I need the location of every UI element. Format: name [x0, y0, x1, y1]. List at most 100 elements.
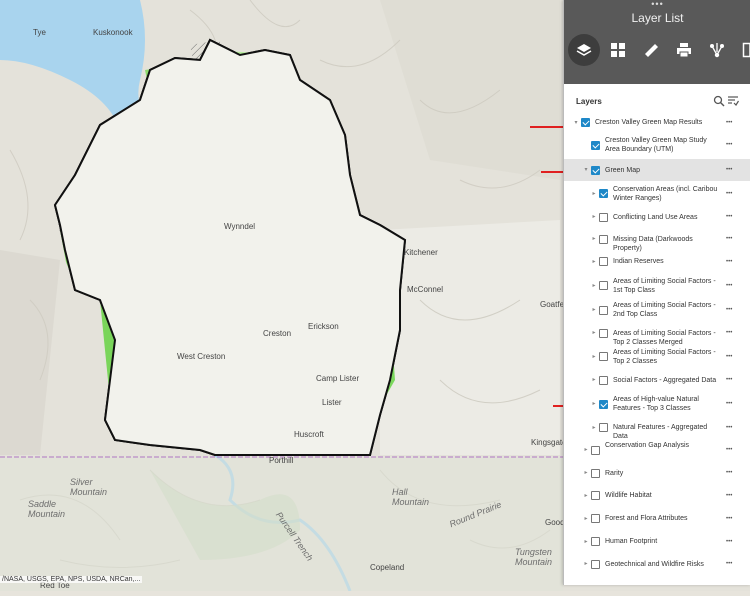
- layer-visibility-checkbox[interactable]: [599, 352, 608, 361]
- chevron-down-icon[interactable]: ▾: [583, 166, 589, 174]
- chevron-right-icon[interactable]: ▸: [583, 446, 589, 454]
- more-options-icon[interactable]: •••: [726, 327, 732, 339]
- layer-row[interactable]: ▸ Areas of Limiting Social Factors - Top …: [564, 344, 750, 369]
- drag-handle-icon[interactable]: •••: [564, 0, 750, 9]
- more-options-icon[interactable]: •••: [726, 398, 732, 410]
- layer-visibility-checkbox[interactable]: [591, 468, 600, 478]
- layer-visibility-checkbox[interactable]: [599, 328, 608, 338]
- layer-row[interactable]: ▸ Rarity •••: [564, 462, 750, 484]
- chevron-right-icon[interactable]: ▸: [591, 258, 597, 266]
- layer-visibility-checkbox[interactable]: [591, 559, 600, 569]
- more-options-icon[interactable]: •••: [726, 490, 732, 502]
- chevron-right-icon[interactable]: ▸: [591, 400, 597, 408]
- more-options-icon[interactable]: •••: [726, 233, 732, 245]
- map-label-saddle-mountain: Saddle Mountain: [28, 499, 66, 519]
- layer-visibility-checkbox[interactable]: [591, 445, 600, 455]
- share-icon[interactable]: [701, 34, 732, 66]
- layer-row[interactable]: ▸ Forest and Flora Attributes •••: [564, 507, 750, 530]
- chevron-right-icon[interactable]: ▸: [591, 306, 597, 314]
- layer-visibility-checkbox[interactable]: [599, 212, 608, 222]
- layer-visibility-checkbox[interactable]: [599, 189, 608, 198]
- layer-visibility-checkbox[interactable]: [591, 537, 600, 546]
- more-options-icon[interactable]: •••: [726, 513, 732, 525]
- layer-row[interactable]: ▸ Conflicting Land Use Areas •••: [564, 206, 750, 228]
- more-options-icon[interactable]: •••: [726, 558, 732, 570]
- print-icon[interactable]: [668, 34, 699, 66]
- chevron-right-icon[interactable]: ▸: [583, 538, 589, 546]
- layer-visibility-checkbox[interactable]: [599, 234, 608, 244]
- more-options-icon[interactable]: •••: [726, 536, 732, 548]
- layer-visibility-checkbox[interactable]: [599, 423, 608, 432]
- layer-row[interactable]: Creston Valley Green Map Study Area Boun…: [564, 131, 750, 159]
- more-options-icon[interactable]: •••: [726, 139, 732, 151]
- chevron-right-icon[interactable]: ▸: [591, 353, 597, 361]
- layer-row[interactable]: ▾ Creston Valley Green Map Results •••: [564, 114, 750, 131]
- layer-row[interactable]: ▸ Human Footprint •••: [564, 530, 750, 553]
- layer-label: Areas of Limiting Social Factors - 2nd T…: [613, 302, 716, 318]
- chevron-right-icon[interactable]: ▸: [583, 560, 589, 568]
- chevron-right-icon[interactable]: ▸: [591, 235, 597, 243]
- more-options-icon[interactable]: •••: [726, 256, 732, 268]
- chevron-right-icon[interactable]: ▸: [591, 213, 597, 221]
- layer-row[interactable]: ▸ Geotechnical and Wildfire Risks •••: [564, 553, 750, 575]
- chevron-right-icon[interactable]: ▸: [591, 424, 597, 432]
- layer-visibility-checkbox[interactable]: [599, 375, 608, 385]
- layer-row[interactable]: ▸ Areas of Limiting Social Factors - 2nd …: [564, 298, 750, 322]
- more-options-icon[interactable]: •••: [726, 164, 732, 176]
- chevron-right-icon[interactable]: ▸: [591, 329, 597, 337]
- layout-icon[interactable]: [734, 34, 750, 66]
- map-label-copeland: Copeland: [370, 563, 405, 572]
- more-options-icon[interactable]: •••: [726, 351, 732, 363]
- layer-visibility-checkbox[interactable]: [599, 281, 608, 290]
- layer-label: Green Map: [605, 166, 641, 174]
- layer-tree: ▾ Creston Valley Green Map Results ••• Cres…: [564, 114, 750, 575]
- layer-row[interactable]: ▾ Green Map •••: [564, 159, 750, 181]
- layer-row[interactable]: ▸ Wildlife Habitat •••: [564, 484, 750, 507]
- layer-row[interactable]: ▸ Areas of Limiting Social Factors - Top …: [564, 322, 750, 346]
- layer-label: Wildlife Habitat: [605, 492, 652, 499]
- more-options-icon[interactable]: •••: [726, 280, 732, 292]
- basemap-icon[interactable]: [602, 34, 633, 66]
- map-label-hall-mountain: Hall Mountain: [392, 487, 430, 507]
- chevron-right-icon[interactable]: ▸: [583, 515, 589, 523]
- map-label-kingsgate: Kingsgate: [531, 438, 567, 447]
- layer-label: Creston Valley Green Map Results: [595, 119, 703, 126]
- layer-visibility-checkbox[interactable]: [591, 491, 600, 500]
- layer-row[interactable]: ▸ Conservation Areas (incl. Caribou Winte…: [564, 181, 750, 206]
- map-attribution: /NASA, USGS, EPA, NPS, USDA, NRCan,...: [0, 576, 143, 583]
- layer-row[interactable]: ▸ Areas of Limiting Social Factors - 1st …: [564, 273, 750, 298]
- chevron-right-icon[interactable]: ▸: [583, 469, 589, 477]
- layer-row[interactable]: ▸ Indian Reserves •••: [564, 250, 750, 273]
- more-options-icon[interactable]: •••: [726, 117, 732, 129]
- search-icon[interactable]: [713, 94, 725, 107]
- chevron-down-icon[interactable]: ▾: [573, 119, 579, 127]
- more-options-icon[interactable]: •••: [726, 467, 732, 479]
- filter-list-icon[interactable]: [727, 94, 740, 106]
- chevron-right-icon[interactable]: ▸: [591, 376, 597, 384]
- layer-visibility-checkbox[interactable]: [599, 399, 608, 409]
- layer-row[interactable]: ▸ Missing Data (Darkwoods Property) •••: [564, 228, 750, 252]
- layer-label: Conservation Areas (incl. Caribou Winter…: [613, 185, 718, 202]
- layer-visibility-checkbox[interactable]: [599, 305, 608, 315]
- layers-icon[interactable]: [568, 34, 600, 66]
- more-options-icon[interactable]: •••: [726, 211, 732, 223]
- layer-visibility-checkbox[interactable]: [591, 140, 600, 150]
- chevron-right-icon[interactable]: ▸: [591, 190, 597, 198]
- more-options-icon[interactable]: •••: [726, 304, 732, 316]
- layer-visibility-checkbox[interactable]: [591, 165, 600, 175]
- more-options-icon[interactable]: •••: [726, 374, 732, 386]
- layer-visibility-checkbox[interactable]: [581, 118, 590, 127]
- layer-visibility-checkbox[interactable]: [591, 514, 600, 523]
- layer-row[interactable]: ▸ Conservation Gap Analysis •••: [564, 438, 750, 462]
- more-options-icon[interactable]: •••: [726, 422, 732, 434]
- layer-visibility-checkbox[interactable]: [599, 257, 608, 266]
- map-label-kuskonook: Kuskonook: [93, 28, 133, 37]
- layer-row[interactable]: ▸ Social Factors - Aggregated Data •••: [564, 369, 750, 391]
- chevron-right-icon[interactable]: ▸: [583, 492, 589, 500]
- more-options-icon[interactable]: •••: [726, 188, 732, 200]
- layer-row[interactable]: ▸ Natural Features - Aggregated Data •••: [564, 417, 750, 440]
- chevron-right-icon[interactable]: ▸: [591, 282, 597, 290]
- layer-row[interactable]: ▸ Areas of High-value Natural Features - …: [564, 391, 750, 417]
- measure-icon[interactable]: [635, 34, 666, 66]
- more-options-icon[interactable]: •••: [726, 444, 732, 456]
